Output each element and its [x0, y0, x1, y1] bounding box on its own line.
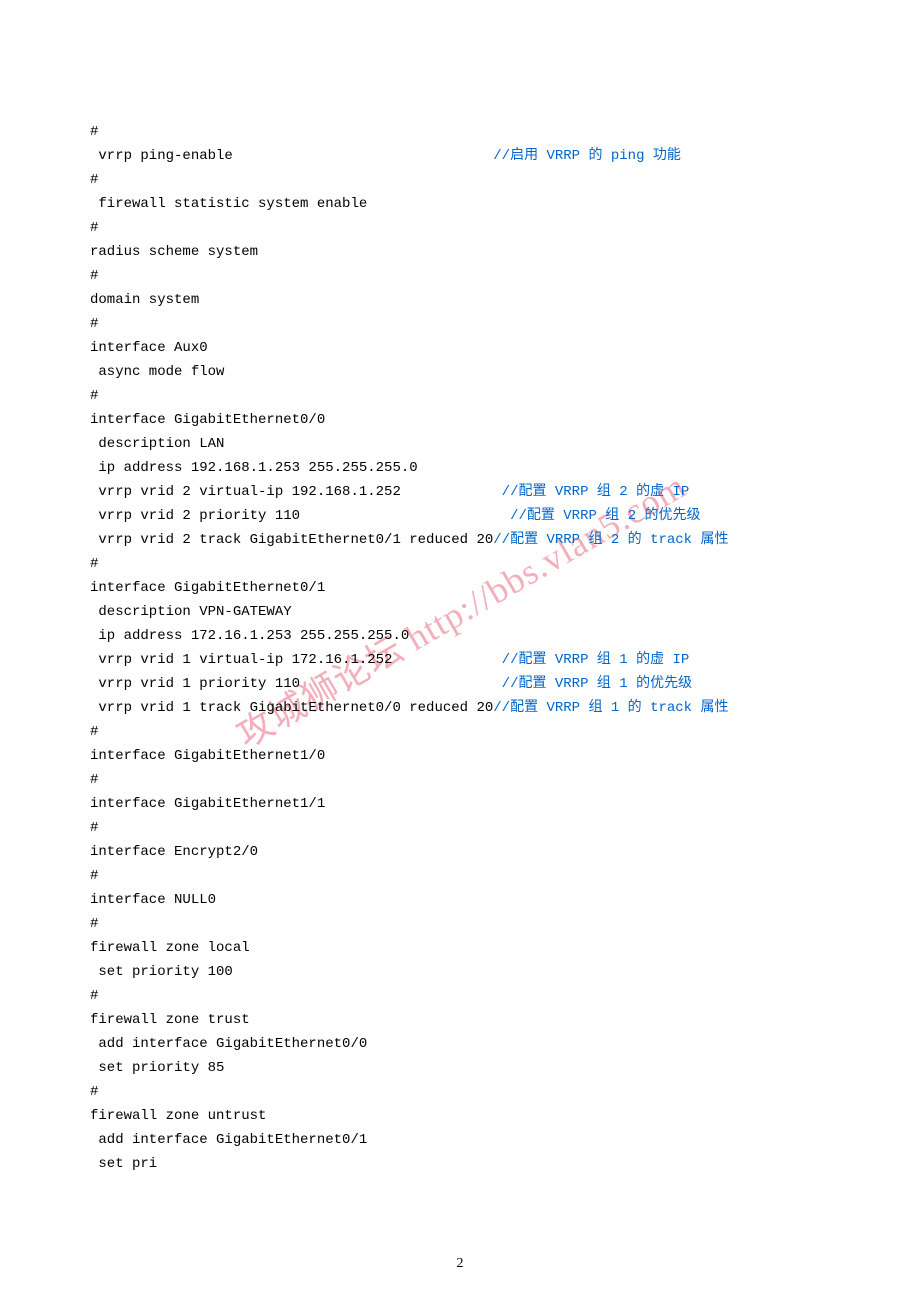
config-text: interface GigabitEthernet0/1 [90, 580, 325, 596]
config-line: interface NULL0 [90, 888, 830, 912]
config-line: vrrp vrid 2 track GigabitEthernet0/1 red… [90, 528, 830, 552]
config-line: vrrp vrid 1 priority 110 //配置 VRRP 组 1 的… [90, 672, 830, 696]
config-line: # [90, 768, 830, 792]
config-line: firewall statistic system enable [90, 192, 830, 216]
config-line: # [90, 552, 830, 576]
config-text: # [90, 820, 98, 836]
config-text: vrrp vrid 1 priority 110 [90, 676, 502, 692]
config-comment: //配置 VRRP 组 2 的 track 属性 [493, 532, 728, 548]
config-text: # [90, 316, 98, 332]
config-text: # [90, 388, 98, 404]
config-text: interface NULL0 [90, 892, 216, 908]
config-line: # [90, 912, 830, 936]
config-comment: //配置 VRRP 组 1 的 track 属性 [493, 700, 728, 716]
config-text: set priority 85 [90, 1060, 224, 1076]
config-line: vrrp vrid 1 track GigabitEthernet0/0 red… [90, 696, 830, 720]
config-line: # [90, 864, 830, 888]
config-text: # [90, 1084, 98, 1100]
config-line: ip address 192.168.1.253 255.255.255.0 [90, 456, 830, 480]
config-text: add interface GigabitEthernet0/0 [90, 1036, 367, 1052]
config-line: interface GigabitEthernet0/1 [90, 576, 830, 600]
config-text: vrrp vrid 2 track GigabitEthernet0/1 red… [90, 532, 493, 548]
config-line: # [90, 720, 830, 744]
config-text: vrrp vrid 2 virtual-ip 192.168.1.252 [90, 484, 502, 500]
config-text: set priority 100 [90, 964, 233, 980]
config-text: radius scheme system [90, 244, 258, 260]
config-line: radius scheme system [90, 240, 830, 264]
config-content: # vrrp ping-enable //启用 VRRP 的 ping 功能# … [90, 120, 830, 1176]
config-comment: //启用 VRRP 的 ping 功能 [493, 148, 681, 164]
config-text: # [90, 268, 98, 284]
config-line: # [90, 312, 830, 336]
config-text: firewall zone untrust [90, 1108, 266, 1124]
config-line: set pri [90, 1152, 830, 1176]
config-line: firewall zone local [90, 936, 830, 960]
config-text: ip address 192.168.1.253 255.255.255.0 [90, 460, 418, 476]
config-line: set priority 100 [90, 960, 830, 984]
config-text: # [90, 556, 98, 572]
config-line: # [90, 264, 830, 288]
config-text: vrrp vrid 2 priority 110 [90, 508, 510, 524]
config-comment: //配置 VRRP 组 2 的虚 IP [502, 484, 690, 500]
config-line: interface Aux0 [90, 336, 830, 360]
config-text: domain system [90, 292, 199, 308]
config-line: firewall zone untrust [90, 1104, 830, 1128]
config-line: add interface GigabitEthernet0/0 [90, 1032, 830, 1056]
config-text: # [90, 172, 98, 188]
config-line: description LAN [90, 432, 830, 456]
config-line: # [90, 216, 830, 240]
config-text: # [90, 868, 98, 884]
page-number: 2 [0, 1256, 920, 1272]
config-line: vrrp ping-enable //启用 VRRP 的 ping 功能 [90, 144, 830, 168]
config-text: description LAN [90, 436, 224, 452]
config-text: firewall zone local [90, 940, 250, 956]
config-line: # [90, 384, 830, 408]
config-text: firewall zone trust [90, 1012, 250, 1028]
config-line: interface GigabitEthernet1/1 [90, 792, 830, 816]
config-line: firewall zone trust [90, 1008, 830, 1032]
config-text: add interface GigabitEthernet0/1 [90, 1132, 367, 1148]
config-text: # [90, 988, 98, 1004]
config-text: vrrp ping-enable [90, 148, 493, 164]
config-line: # [90, 984, 830, 1008]
config-line: # [90, 168, 830, 192]
config-text: # [90, 724, 98, 740]
config-text: interface Aux0 [90, 340, 208, 356]
config-text: ip address 172.16.1.253 255.255.255.0 [90, 628, 409, 644]
config-comment: //配置 VRRP 组 2 的优先级 [510, 508, 700, 524]
config-text: description VPN-GATEWAY [90, 604, 292, 620]
config-line: # [90, 1080, 830, 1104]
config-text: # [90, 124, 98, 140]
config-line: vrrp vrid 2 priority 110 //配置 VRRP 组 2 的… [90, 504, 830, 528]
config-line: vrrp vrid 1 virtual-ip 172.16.1.252 //配置… [90, 648, 830, 672]
config-text: # [90, 220, 98, 236]
config-text: vrrp vrid 1 track GigabitEthernet0/0 red… [90, 700, 493, 716]
config-line: add interface GigabitEthernet0/1 [90, 1128, 830, 1152]
config-text: interface GigabitEthernet1/0 [90, 748, 325, 764]
config-text: # [90, 916, 98, 932]
config-text: # [90, 772, 98, 788]
config-comment: //配置 VRRP 组 1 的优先级 [502, 676, 692, 692]
config-text: vrrp vrid 1 virtual-ip 172.16.1.252 [90, 652, 502, 668]
config-line: interface GigabitEthernet1/0 [90, 744, 830, 768]
config-text: interface GigabitEthernet0/0 [90, 412, 325, 428]
config-line: interface GigabitEthernet0/0 [90, 408, 830, 432]
config-text: interface GigabitEthernet1/1 [90, 796, 325, 812]
config-text: firewall statistic system enable [90, 196, 367, 212]
config-comment: //配置 VRRP 组 1 的虚 IP [502, 652, 690, 668]
config-text: set pri [90, 1156, 157, 1172]
config-line: description VPN-GATEWAY [90, 600, 830, 624]
config-line: vrrp vrid 2 virtual-ip 192.168.1.252 //配… [90, 480, 830, 504]
config-text: async mode flow [90, 364, 224, 380]
config-text: interface Encrypt2/0 [90, 844, 258, 860]
config-line: async mode flow [90, 360, 830, 384]
config-line: domain system [90, 288, 830, 312]
config-line: ip address 172.16.1.253 255.255.255.0 [90, 624, 830, 648]
config-line: interface Encrypt2/0 [90, 840, 830, 864]
config-line: # [90, 816, 830, 840]
config-line: set priority 85 [90, 1056, 830, 1080]
config-line: # [90, 120, 830, 144]
